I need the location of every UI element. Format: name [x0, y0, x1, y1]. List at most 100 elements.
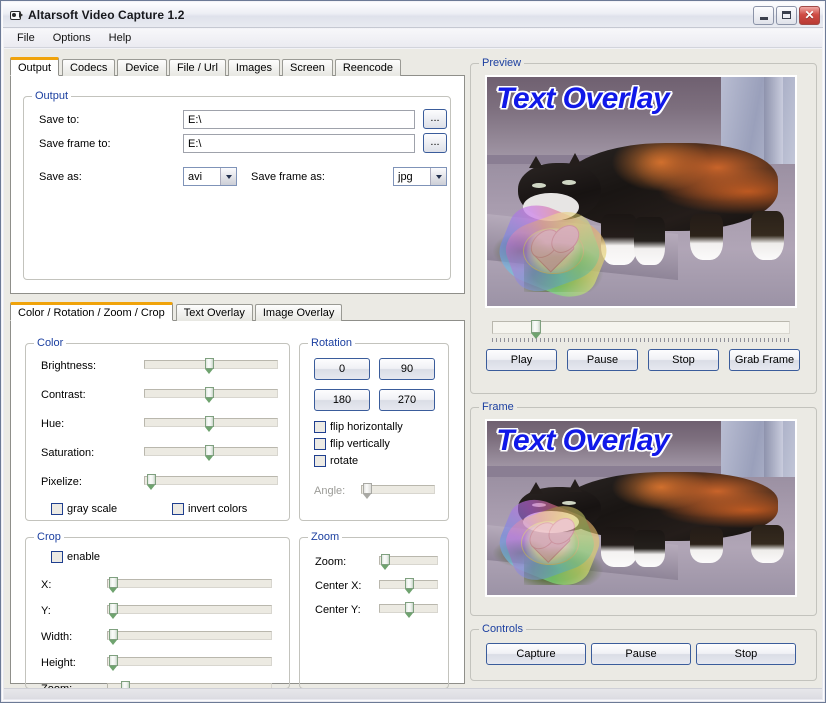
- save-to-input[interactable]: [183, 110, 415, 129]
- preview-video[interactable]: Text Overlay: [485, 75, 797, 308]
- tab-image-overlay[interactable]: Image Overlay: [254, 304, 343, 321]
- crop-group-title: Crop: [34, 531, 64, 543]
- tab-reencode[interactable]: Reencode: [334, 59, 401, 76]
- crop-enable-checkbox[interactable]: enable: [51, 551, 100, 563]
- tab-images[interactable]: Images: [227, 59, 280, 76]
- tab-screen[interactable]: Screen: [281, 59, 333, 76]
- capture-button[interactable]: Capture: [486, 643, 586, 665]
- video-camera-icon: [8, 7, 24, 23]
- maximize-button[interactable]: [776, 5, 797, 25]
- zoom-group-title: Zoom: [308, 531, 343, 543]
- window-controls: ✕: [753, 5, 823, 25]
- center-y-slider[interactable]: [379, 601, 438, 618]
- grab-frame-button[interactable]: Grab Frame: [729, 349, 800, 371]
- top-tab-strip: Output Codecs Device File / Url Images S…: [10, 57, 465, 76]
- rotate-270-button[interactable]: 270: [379, 389, 435, 411]
- center-x-slider[interactable]: [379, 577, 438, 594]
- zoom-slider[interactable]: [379, 553, 438, 570]
- zoom-label: Zoom:: [315, 556, 347, 568]
- menu-item-file[interactable]: File: [9, 30, 43, 46]
- window-frame: Altarsoft Video Capture 1.2 ✕ File Optio…: [0, 0, 826, 703]
- save-frame-to-label: Save frame to:: [39, 138, 111, 150]
- invert-colors-label: invert colors: [188, 503, 248, 515]
- title-bar: Altarsoft Video Capture 1.2 ✕: [3, 3, 823, 28]
- rotate-90-button[interactable]: 90: [379, 358, 435, 380]
- hue-slider[interactable]: [144, 415, 278, 432]
- crop-height-slider[interactable]: [107, 654, 272, 671]
- rotate-label: rotate: [330, 455, 359, 467]
- checkbox-box: [51, 503, 63, 515]
- flip-horizontally-label: flip horizontally: [330, 421, 403, 433]
- minimize-icon: [759, 16, 768, 20]
- controls-pause-button[interactable]: Pause: [591, 643, 691, 665]
- invert-colors-checkbox[interactable]: invert colors: [172, 503, 247, 515]
- preview-seek-ticks: [492, 338, 790, 342]
- frame-group-title: Frame: [479, 401, 517, 413]
- gray-scale-label: gray scale: [67, 503, 118, 515]
- save-frame-as-value: jpg: [398, 170, 413, 183]
- contrast-slider[interactable]: [144, 386, 278, 403]
- brightness-slider[interactable]: [144, 357, 278, 374]
- crop-width-slider[interactable]: [107, 628, 272, 645]
- tab-codecs[interactable]: Codecs: [62, 59, 116, 76]
- preview-overlay-logo: [491, 195, 615, 306]
- checkbox-box-4: [314, 438, 326, 450]
- gray-scale-checkbox[interactable]: gray scale: [51, 503, 117, 515]
- save-frame-as-label: Save frame as:: [251, 171, 325, 183]
- angle-slider[interactable]: [361, 482, 435, 499]
- close-button[interactable]: ✕: [799, 5, 820, 25]
- save-as-value: avi: [188, 170, 203, 183]
- save-frame-as-select[interactable]: jpg: [393, 167, 447, 186]
- tab-text-overlay[interactable]: Text Overlay: [175, 304, 253, 321]
- crop-y-slider[interactable]: [107, 602, 272, 619]
- minimize-button[interactable]: [753, 5, 774, 25]
- save-to-label: Save to:: [39, 114, 80, 126]
- saturation-slider[interactable]: [144, 444, 278, 461]
- rotate-0-button[interactable]: 0: [314, 358, 370, 380]
- bottom-tab-strip: Color / Rotation / Zoom / Crop Text Over…: [10, 302, 465, 321]
- play-button[interactable]: Play: [486, 349, 557, 371]
- rotation-group-title: Rotation: [308, 337, 355, 349]
- rotate-checkbox[interactable]: rotate: [314, 455, 358, 467]
- save-frame-to-input[interactable]: [183, 134, 415, 153]
- flip-vertically-label: flip vertically: [330, 438, 390, 450]
- save-as-select[interactable]: avi: [183, 167, 237, 186]
- frame-video[interactable]: Text Overlay: [485, 419, 797, 597]
- crop-x-label: X:: [41, 579, 52, 591]
- chevron-down-icon-2: [430, 168, 446, 185]
- bottom-tab-body: Color Brightness: Contrast: Hue: Saturat…: [10, 320, 465, 697]
- pause-button[interactable]: Pause: [567, 349, 638, 371]
- crop-width-label: Width:: [41, 631, 73, 643]
- save-frame-to-browse-button[interactable]: ...: [423, 133, 447, 153]
- menu-item-options[interactable]: Options: [45, 30, 99, 46]
- controls-stop-button[interactable]: Stop: [696, 643, 796, 665]
- stop-button[interactable]: Stop: [648, 349, 719, 371]
- save-to-browse-button[interactable]: ...: [423, 109, 447, 129]
- crop-group: Crop enable X: Y: Width: Height:: [25, 531, 290, 697]
- contrast-label: Contrast:: [41, 389, 86, 401]
- crop-enable-label: enable: [67, 551, 101, 563]
- preview-seek-slider[interactable]: [492, 319, 790, 339]
- center-x-label: Center X:: [315, 580, 362, 592]
- tab-file-url[interactable]: File / Url: [168, 59, 226, 76]
- maximize-icon: [782, 11, 791, 19]
- save-as-label: Save as:: [39, 171, 82, 183]
- preview-group-title: Preview: [479, 57, 525, 69]
- saturation-label: Saturation:: [41, 447, 95, 459]
- rotate-180-button[interactable]: 180: [314, 389, 370, 411]
- tab-color-rotation-zoom-crop[interactable]: Color / Rotation / Zoom / Crop: [10, 302, 173, 321]
- menu-item-help[interactable]: Help: [101, 30, 140, 46]
- color-group: Color Brightness: Contrast: Hue: Saturat…: [25, 337, 290, 521]
- menu-bar: File Options Help: [4, 29, 822, 48]
- output-group: Output Save to: ... Save frame to: ... S…: [23, 90, 451, 280]
- status-bar: [4, 688, 822, 699]
- flip-vertically-checkbox[interactable]: flip vertically: [314, 438, 390, 450]
- pixelize-slider[interactable]: [144, 473, 278, 490]
- top-tab-body: Output Save to: ... Save frame to: ... S…: [10, 75, 465, 294]
- chevron-down-icon: [220, 168, 236, 185]
- tab-device[interactable]: Device: [117, 59, 167, 76]
- controls-group: Controls Capture Pause Stop: [470, 623, 817, 681]
- crop-x-slider[interactable]: [107, 576, 272, 593]
- tab-output[interactable]: Output: [10, 57, 60, 76]
- flip-horizontally-checkbox[interactable]: flip horizontally: [314, 421, 403, 433]
